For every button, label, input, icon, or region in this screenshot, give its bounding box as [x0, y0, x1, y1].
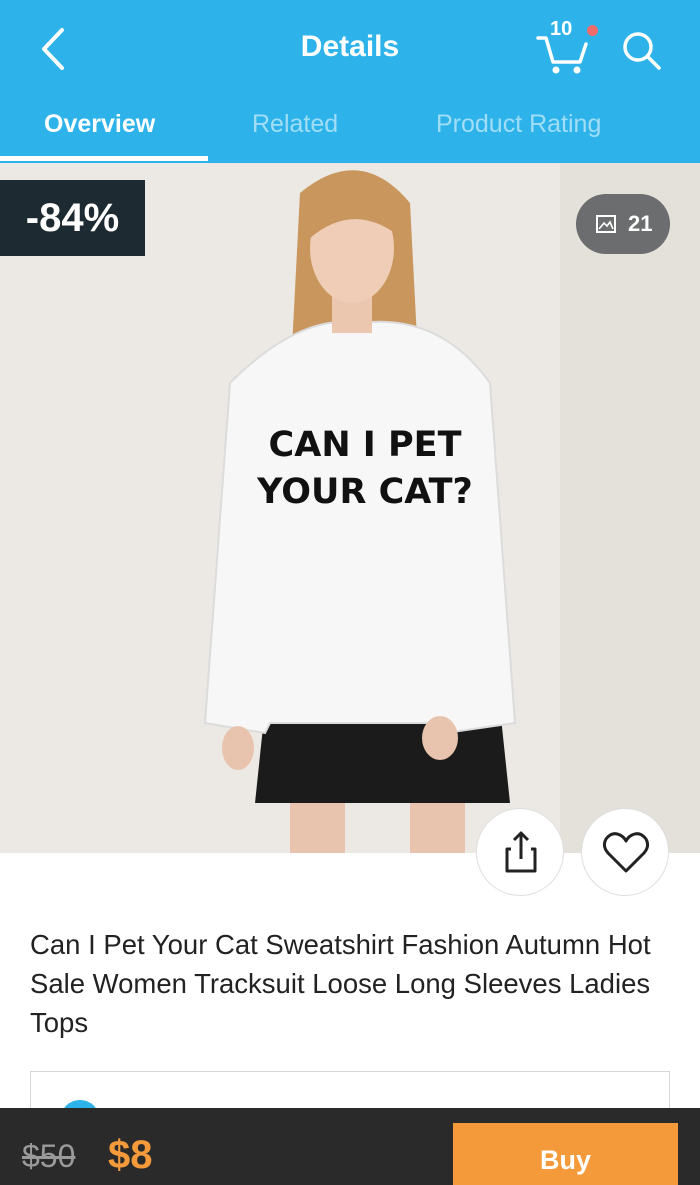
chevron-left-icon [42, 28, 64, 70]
active-tab-indicator [0, 156, 208, 161]
favorite-button[interactable] [581, 808, 669, 896]
tab-overview[interactable]: Overview [44, 110, 155, 139]
discount-badge: -84% [0, 180, 145, 256]
tab-product-rating[interactable]: Product Rating [436, 110, 601, 139]
notification-dot [587, 25, 598, 36]
sale-price: $8 [108, 1133, 153, 1177]
search-button[interactable] [618, 26, 666, 74]
back-button[interactable] [30, 22, 80, 76]
cart-count-badge: 10 [550, 18, 573, 40]
page-title: Details [300, 30, 400, 63]
search-icon [623, 32, 661, 70]
tab-bar: Overview Related Product Rating [0, 96, 700, 160]
tab-related[interactable]: Related [252, 110, 338, 139]
product-image[interactable]: CAN I PET YOUR CAT? [0, 163, 700, 853]
share-button[interactable] [476, 808, 564, 896]
image-icon [596, 215, 616, 233]
svg-text:CAN I PET: CAN I PET [269, 425, 462, 465]
svg-text:YOUR CAT?: YOUR CAT? [256, 472, 473, 512]
product-title: Can I Pet Your Cat Sweatshirt Fashion Au… [30, 929, 651, 1038]
buy-button[interactable]: Buy [453, 1123, 678, 1185]
original-price: $50 [22, 1138, 76, 1174]
sweatshirt-photo: CAN I PET YOUR CAT? [0, 163, 700, 853]
gallery-count: 21 [628, 211, 653, 236]
heart-icon [602, 832, 650, 873]
share-icon [505, 831, 537, 873]
gallery-count-button[interactable]: 21 [576, 194, 670, 254]
